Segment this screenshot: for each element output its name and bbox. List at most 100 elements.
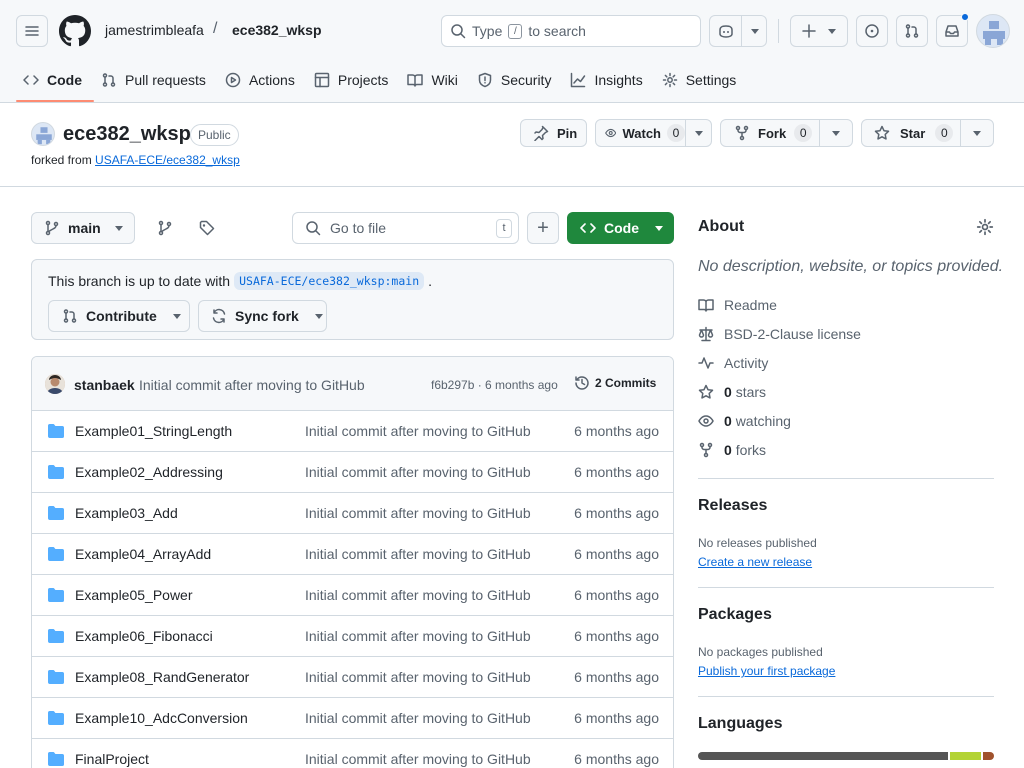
publish-package-link[interactable]: Publish your first package [698,664,835,678]
tab-code[interactable]: Code [16,62,94,102]
file-name[interactable]: Example02_Addressing [75,464,223,480]
code-button[interactable]: Code [567,212,674,244]
file-commit-message[interactable]: Initial commit after moving to GitHub [305,751,531,767]
tab-label: Security [500,72,552,88]
file-row[interactable]: Example02_Addressing Initial commit after… [32,451,673,492]
tab-label: Projects [337,72,389,88]
file-commit-message[interactable]: Initial commit after moving to GitHub [305,587,531,603]
file-name[interactable]: Example03_Add [75,505,178,521]
branch-selector[interactable]: main [31,212,135,244]
breadcrumb-repo[interactable]: ece382_wksp [232,22,322,38]
tab-insights[interactable]: Insights [563,62,654,98]
book-icon [407,74,424,87]
tags-button[interactable] [191,212,223,244]
file-name[interactable]: Example01_StringLength [75,423,232,439]
watch-dropdown[interactable] [686,127,711,139]
tab-security[interactable]: Security [470,62,564,98]
github-mark-icon [59,15,91,47]
forked-from-link[interactable]: USAFA-ECE/ece382_wksp [95,153,240,167]
file-name[interactable]: FinalProject [75,751,149,767]
tab-projects[interactable]: Projects [307,62,401,98]
tab-pull-requests[interactable]: Pull requests [94,62,218,98]
watch-button-group: Watch 0 [595,119,712,147]
chevron-down-icon [655,226,663,231]
license-link[interactable]: BSD-2-Clause license [698,326,861,342]
file-row[interactable]: FinalProject Initial commit after moving … [32,738,673,768]
activity-link[interactable]: Activity [698,355,768,371]
commit-author[interactable]: stanbaek [74,377,135,393]
go-to-file-input[interactable]: Go to file t [292,212,519,244]
branches-button[interactable] [149,212,181,244]
forks-link[interactable]: 0 forks [698,442,766,458]
owner-avatar[interactable] [31,122,55,146]
file-name[interactable]: Example10_AdcConversion [75,710,248,726]
history-icon [575,376,589,390]
create-new-button[interactable] [790,15,848,47]
tab-settings[interactable]: Settings [655,62,749,98]
sync-ref[interactable]: USAFA-ECE/ece382_wksp:main [234,272,425,290]
tab-actions[interactable]: Actions [218,62,307,98]
github-logo[interactable] [59,15,91,47]
file-row[interactable]: Example04_ArrayAdd Initial commit after m… [32,533,673,574]
about-settings-button[interactable] [976,218,994,236]
contribute-label: Contribute [86,308,157,324]
chevron-down-icon [172,314,181,319]
file-name[interactable]: Example08_RandGenerator [75,669,249,685]
file-commit-message[interactable]: Initial commit after moving to GitHub [305,669,531,685]
file-row[interactable]: Example03_Add Initial commit after moving… [32,492,673,533]
commit-message[interactable]: Initial commit after moving to GitHub [139,377,365,393]
notification-dot [961,13,969,21]
commit-author-avatar[interactable] [45,374,65,394]
pull-requests-button[interactable] [896,15,928,47]
tab-wiki[interactable]: Wiki [400,62,469,98]
sync-fork-button[interactable]: Sync fork [198,300,327,332]
pull-request-icon [63,309,77,323]
file-commit-message[interactable]: Initial commit after moving to GitHub [305,710,531,726]
file-name[interactable]: Example06_Fibonacci [75,628,213,644]
file-commit-age: 6 months ago [574,546,659,562]
star-button[interactable]: Star 0 [862,120,962,146]
star-dropdown[interactable] [961,127,993,139]
file-row[interactable]: Example08_RandGenerator Initial commit af… [32,656,673,697]
file-row[interactable]: Example10_AdcConversion Initial commit af… [32,697,673,738]
sync-status-text: This branch is up to date with [48,273,231,289]
search-input[interactable]: Type / to search [441,15,701,47]
fork-button[interactable]: Fork 0 [721,120,821,146]
pin-button[interactable]: Pin [520,119,587,147]
file-commit-message[interactable]: Initial commit after moving to GitHub [305,628,531,644]
file-row[interactable]: Example05_Power Initial commit after movi… [32,574,673,615]
repo-title[interactable]: ece382_wksp [63,123,191,146]
watch-button[interactable]: Watch 0 [596,120,686,146]
file-row[interactable]: Example06_Fibonacci Initial commit after … [32,615,673,656]
file-commit-message[interactable]: Initial commit after moving to GitHub [305,505,531,521]
file-commit-message[interactable]: Initial commit after moving to GitHub [305,546,531,562]
add-file-button[interactable]: + [527,212,559,244]
file-name[interactable]: Example04_ArrayAdd [75,546,211,562]
chevron-down-icon [828,29,836,34]
releases-title[interactable]: Releases [698,497,767,515]
file-row[interactable]: Example01_StringLength Initial commit aft… [32,410,673,451]
readme-link[interactable]: Readme [698,297,777,313]
file-commit-message[interactable]: Initial commit after moving to GitHub [305,464,531,480]
packages-title[interactable]: Packages [698,606,772,624]
user-avatar[interactable] [976,14,1010,48]
chevron-down-icon [314,314,323,319]
gear-icon [976,218,994,236]
copilot-button[interactable] [709,15,767,47]
menu-button[interactable] [16,15,48,47]
file-commit-message[interactable]: Initial commit after moving to GitHub [305,423,531,439]
folder-icon [48,711,64,725]
contribute-button[interactable]: Contribute [48,300,190,332]
watching-link[interactable]: 0 watching [698,413,791,429]
issues-button[interactable] [856,15,888,47]
language-segment [950,752,982,760]
file-commit-age: 6 months ago [574,464,659,480]
commit-sha-age[interactable]: f6b297b · 6 months ago [431,378,558,392]
create-release-link[interactable]: Create a new release [698,555,812,569]
commits-link[interactable]: 2 Commits [574,375,656,391]
file-name[interactable]: Example05_Power [75,587,193,603]
tab-label: Insights [594,72,643,88]
fork-dropdown[interactable] [820,127,852,139]
breadcrumb-owner[interactable]: jamestrimbleafa [105,22,204,38]
stars-link[interactable]: 0 stars [698,384,766,400]
